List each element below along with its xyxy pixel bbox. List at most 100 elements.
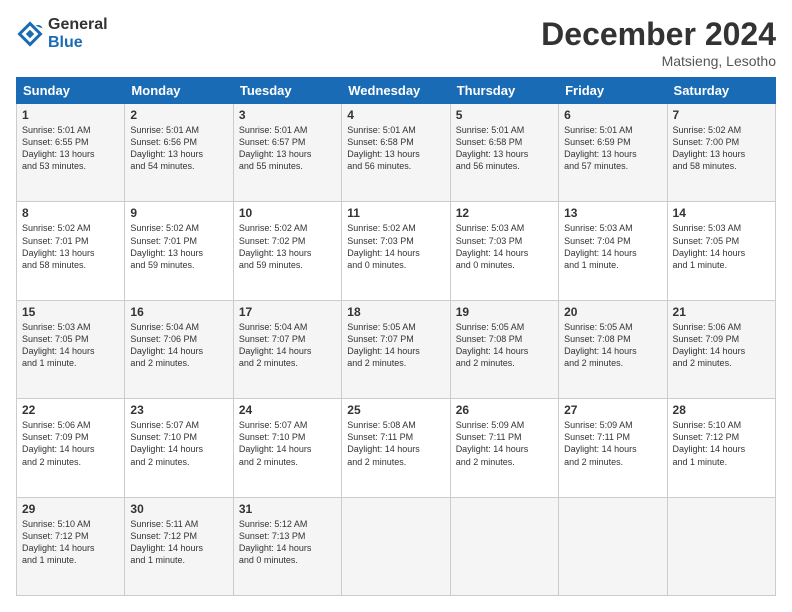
table-row: 13 Sunrise: 5:03 AMSunset: 7:04 PMDayligh… [559, 202, 667, 300]
col-saturday: Saturday [667, 78, 775, 104]
day-content: Sunrise: 5:03 AMSunset: 7:05 PMDaylight:… [673, 222, 770, 271]
day-number: 22 [22, 403, 119, 417]
day-content: Sunrise: 5:07 AMSunset: 7:10 PMDaylight:… [130, 419, 227, 468]
calendar-week-row: 8 Sunrise: 5:02 AMSunset: 7:01 PMDaylight… [17, 202, 776, 300]
day-number: 5 [456, 108, 553, 122]
table-row [450, 497, 558, 595]
table-row: 30 Sunrise: 5:11 AMSunset: 7:12 PMDayligh… [125, 497, 233, 595]
table-row: 21 Sunrise: 5:06 AMSunset: 7:09 PMDayligh… [667, 300, 775, 398]
day-number: 18 [347, 305, 444, 319]
table-row: 9 Sunrise: 5:02 AMSunset: 7:01 PMDaylight… [125, 202, 233, 300]
day-content: Sunrise: 5:01 AMSunset: 6:59 PMDaylight:… [564, 124, 661, 173]
col-tuesday: Tuesday [233, 78, 341, 104]
day-number: 16 [130, 305, 227, 319]
table-row: 15 Sunrise: 5:03 AMSunset: 7:05 PMDayligh… [17, 300, 125, 398]
table-row: 28Sunrise: 5:10 AMSunset: 7:12 PMDayligh… [667, 399, 775, 497]
table-row: 27 Sunrise: 5:09 AMSunset: 7:11 PMDayligh… [559, 399, 667, 497]
day-content: Sunrise: 5:02 AMSunset: 7:03 PMDaylight:… [347, 222, 444, 271]
table-row: 2Sunrise: 5:01 AMSunset: 6:56 PMDaylight… [125, 104, 233, 202]
day-number: 13 [564, 206, 661, 220]
table-row [667, 497, 775, 595]
day-number: 26 [456, 403, 553, 417]
table-row: 7 Sunrise: 5:02 AMSunset: 7:00 PMDaylight… [667, 104, 775, 202]
table-row: 31 Sunrise: 5:12 AMSunset: 7:13 PMDayligh… [233, 497, 341, 595]
table-row: 24 Sunrise: 5:07 AMSunset: 7:10 PMDayligh… [233, 399, 341, 497]
col-friday: Friday [559, 78, 667, 104]
day-number: 17 [239, 305, 336, 319]
table-row: 10Sunrise: 5:02 AMSunset: 7:02 PMDayligh… [233, 202, 341, 300]
table-row: 19Sunrise: 5:05 AMSunset: 7:08 PMDayligh… [450, 300, 558, 398]
table-row: 23Sunrise: 5:07 AMSunset: 7:10 PMDayligh… [125, 399, 233, 497]
day-content: Sunrise: 5:01 AMSunset: 6:57 PMDaylight:… [239, 124, 336, 173]
table-row: 16Sunrise: 5:04 AMSunset: 7:06 PMDayligh… [125, 300, 233, 398]
location: Matsieng, Lesotho [541, 53, 776, 69]
day-number: 2 [130, 108, 227, 122]
table-row [559, 497, 667, 595]
table-row: 3 Sunrise: 5:01 AMSunset: 6:57 PMDaylight… [233, 104, 341, 202]
calendar-week-row: 1 Sunrise: 5:01 AMSunset: 6:55 PMDaylight… [17, 104, 776, 202]
col-wednesday: Wednesday [342, 78, 450, 104]
day-content: Sunrise: 5:03 AMSunset: 7:05 PMDaylight:… [22, 321, 119, 370]
calendar-table: Sunday Monday Tuesday Wednesday Thursday… [16, 77, 776, 596]
table-row: 6 Sunrise: 5:01 AMSunset: 6:59 PMDaylight… [559, 104, 667, 202]
table-row: 4 Sunrise: 5:01 AMSunset: 6:58 PMDaylight… [342, 104, 450, 202]
table-row: 12 Sunrise: 5:03 AMSunset: 7:03 PMDayligh… [450, 202, 558, 300]
col-thursday: Thursday [450, 78, 558, 104]
day-content: Sunrise: 5:10 AMSunset: 7:12 PMDaylight:… [22, 518, 119, 567]
logo-general: General [48, 16, 108, 34]
day-number: 11 [347, 206, 444, 220]
day-number: 8 [22, 206, 119, 220]
table-row: 17 Sunrise: 5:04 AMSunset: 7:07 PMDayligh… [233, 300, 341, 398]
day-number: 24 [239, 403, 336, 417]
day-number: 29 [22, 502, 119, 516]
day-content: Sunrise: 5:09 AMSunset: 7:11 PMDaylight:… [564, 419, 661, 468]
day-content: Sunrise: 5:02 AMSunset: 7:00 PMDaylight:… [673, 124, 770, 173]
day-content: Sunrise: 5:06 AMSunset: 7:09 PMDaylight:… [673, 321, 770, 370]
day-content: Sunrise: 5:12 AMSunset: 7:13 PMDaylight:… [239, 518, 336, 567]
table-row: 1 Sunrise: 5:01 AMSunset: 6:55 PMDaylight… [17, 104, 125, 202]
day-number: 15 [22, 305, 119, 319]
calendar-week-row: 22Sunrise: 5:06 AMSunset: 7:09 PMDayligh… [17, 399, 776, 497]
day-number: 28 [673, 403, 770, 417]
day-content: Sunrise: 5:05 AMSunset: 7:07 PMDaylight:… [347, 321, 444, 370]
table-row: 8Sunrise: 5:02 AMSunset: 7:01 PMDaylight… [17, 202, 125, 300]
day-content: Sunrise: 5:01 AMSunset: 6:58 PMDaylight:… [456, 124, 553, 173]
day-number: 21 [673, 305, 770, 319]
table-row [342, 497, 450, 595]
day-content: Sunrise: 5:03 AMSunset: 7:03 PMDaylight:… [456, 222, 553, 271]
calendar-page: General Blue December 2024 Matsieng, Les… [0, 0, 792, 612]
table-row: 25Sunrise: 5:08 AMSunset: 7:11 PMDayligh… [342, 399, 450, 497]
day-content: Sunrise: 5:01 AMSunset: 6:55 PMDaylight:… [22, 124, 119, 173]
day-number: 20 [564, 305, 661, 319]
day-number: 1 [22, 108, 119, 122]
day-number: 31 [239, 502, 336, 516]
table-row: 11 Sunrise: 5:02 AMSunset: 7:03 PMDayligh… [342, 202, 450, 300]
day-number: 27 [564, 403, 661, 417]
day-content: Sunrise: 5:02 AMSunset: 7:01 PMDaylight:… [130, 222, 227, 271]
day-content: Sunrise: 5:02 AMSunset: 7:02 PMDaylight:… [239, 222, 336, 271]
col-monday: Monday [125, 78, 233, 104]
day-content: Sunrise: 5:09 AMSunset: 7:11 PMDaylight:… [456, 419, 553, 468]
day-content: Sunrise: 5:03 AMSunset: 7:04 PMDaylight:… [564, 222, 661, 271]
calendar-week-row: 15 Sunrise: 5:03 AMSunset: 7:05 PMDayligh… [17, 300, 776, 398]
day-content: Sunrise: 5:01 AMSunset: 6:58 PMDaylight:… [347, 124, 444, 173]
table-row: 14Sunrise: 5:03 AMSunset: 7:05 PMDayligh… [667, 202, 775, 300]
day-content: Sunrise: 5:05 AMSunset: 7:08 PMDaylight:… [456, 321, 553, 370]
table-row: 5 Sunrise: 5:01 AMSunset: 6:58 PMDaylight… [450, 104, 558, 202]
day-content: Sunrise: 5:11 AMSunset: 7:12 PMDaylight:… [130, 518, 227, 567]
day-number: 4 [347, 108, 444, 122]
day-number: 7 [673, 108, 770, 122]
day-content: Sunrise: 5:05 AMSunset: 7:08 PMDaylight:… [564, 321, 661, 370]
title-area: December 2024 Matsieng, Lesotho [541, 16, 776, 69]
day-number: 6 [564, 108, 661, 122]
day-content: Sunrise: 5:07 AMSunset: 7:10 PMDaylight:… [239, 419, 336, 468]
table-row: 18 Sunrise: 5:05 AMSunset: 7:07 PMDayligh… [342, 300, 450, 398]
day-number: 30 [130, 502, 227, 516]
day-number: 9 [130, 206, 227, 220]
day-content: Sunrise: 5:04 AMSunset: 7:07 PMDaylight:… [239, 321, 336, 370]
day-content: Sunrise: 5:08 AMSunset: 7:11 PMDaylight:… [347, 419, 444, 468]
day-number: 3 [239, 108, 336, 122]
table-row: 22Sunrise: 5:06 AMSunset: 7:09 PMDayligh… [17, 399, 125, 497]
day-number: 12 [456, 206, 553, 220]
month-title: December 2024 [541, 16, 776, 53]
